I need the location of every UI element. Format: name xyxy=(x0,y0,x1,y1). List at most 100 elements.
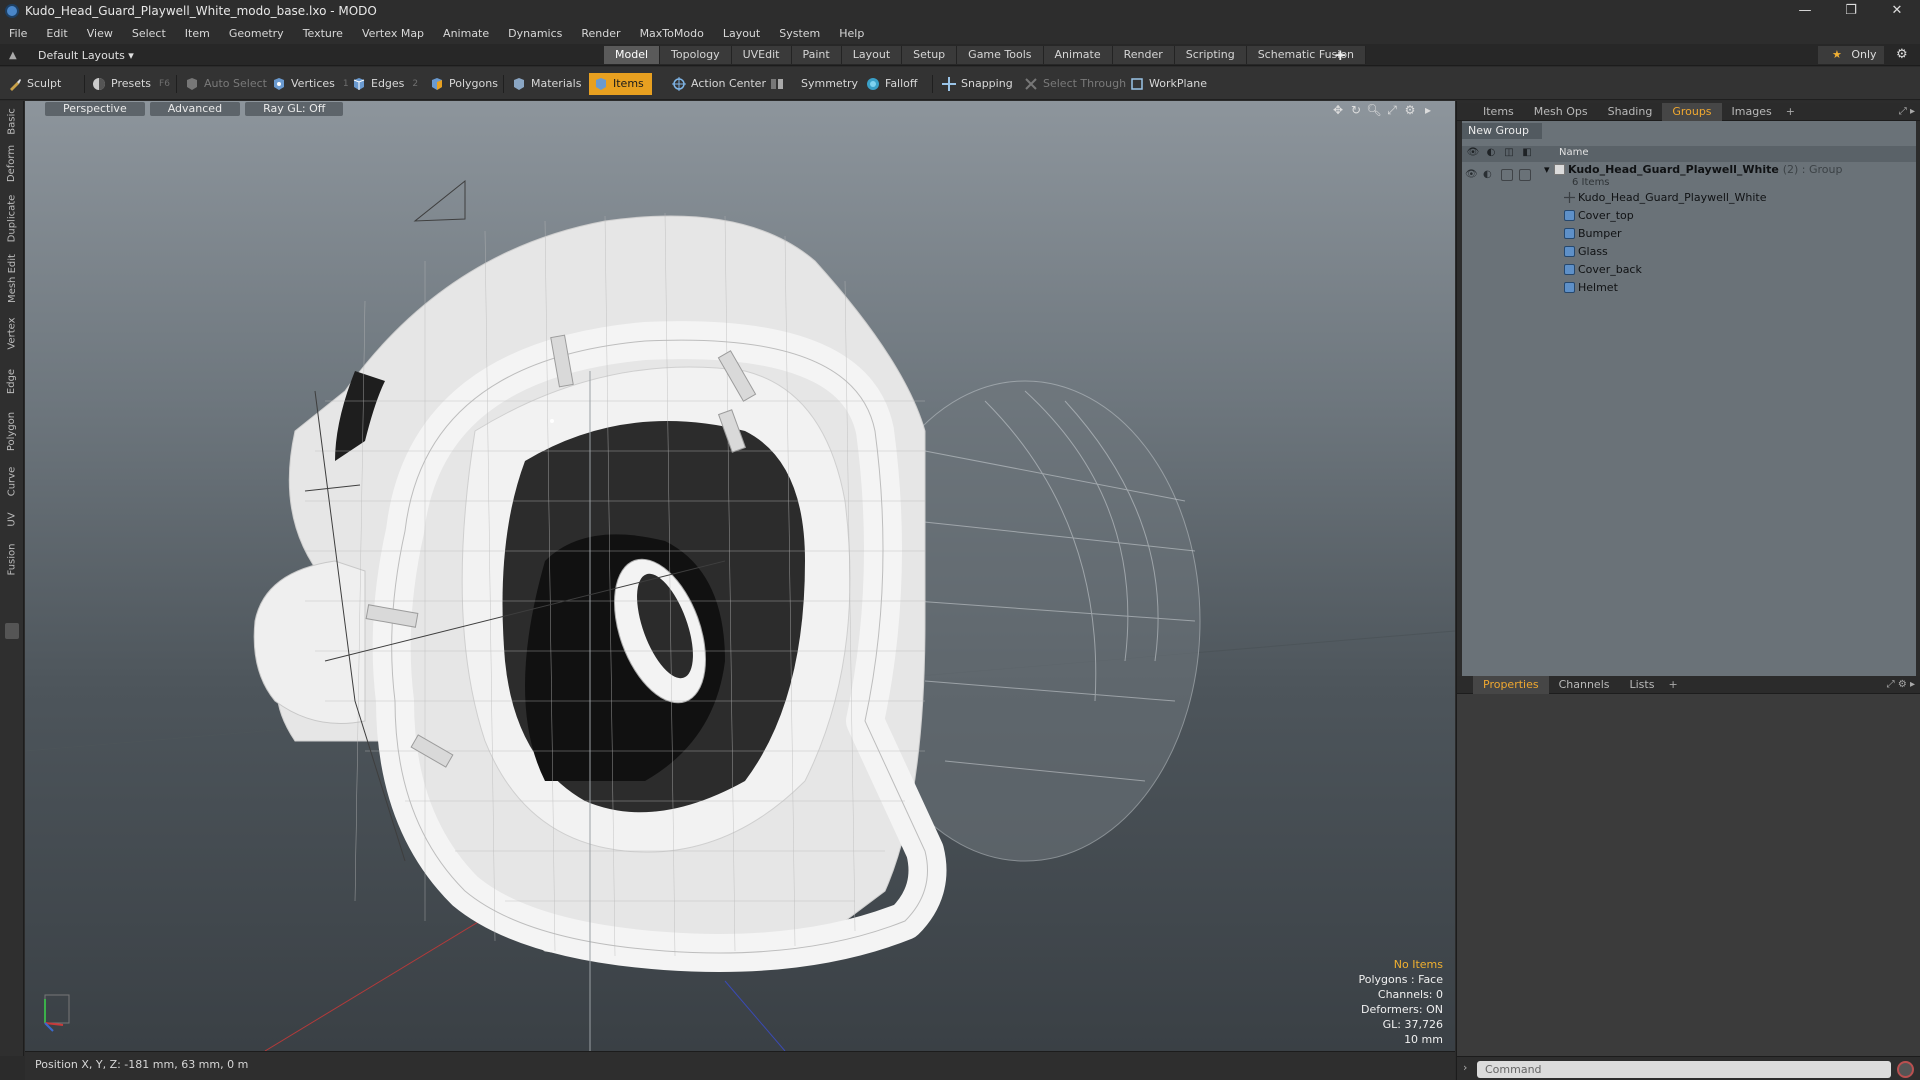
menu-maxtomodo[interactable]: MaxToModo xyxy=(631,27,714,40)
tab-items[interactable]: Items xyxy=(1473,103,1524,121)
group-child-row[interactable]: Glass xyxy=(1462,243,1916,261)
group-child-row[interactable]: Cover_back xyxy=(1462,261,1916,279)
select-column-icon[interactable]: ◧ xyxy=(1519,147,1535,161)
menu-view[interactable]: View xyxy=(78,27,123,40)
only-button[interactable]: ★ Only xyxy=(1818,46,1884,64)
left-tab-uv[interactable]: UV xyxy=(0,505,24,533)
presets-button[interactable]: Presets F6 xyxy=(92,73,170,95)
command-input[interactable]: Command xyxy=(1477,1061,1891,1078)
vertices-button[interactable]: Vertices 1 xyxy=(272,73,349,95)
viewport-settings-icon[interactable]: ⚙ xyxy=(1401,103,1419,118)
menu-vertex-map[interactable]: Vertex Map xyxy=(353,27,434,40)
action-center-button[interactable]: Action Center xyxy=(672,73,766,95)
workplane-button[interactable]: WorkPlane xyxy=(1130,73,1207,95)
tab-scripting[interactable]: Scripting xyxy=(1174,46,1247,64)
menu-item[interactable]: Item xyxy=(176,27,220,40)
menu-file[interactable]: File xyxy=(0,27,37,40)
name-column-header[interactable]: Name xyxy=(1559,147,1589,158)
menu-select[interactable]: Select xyxy=(123,27,176,40)
viewport-menu-icon[interactable]: ▸ xyxy=(1419,103,1437,118)
lock-column-icon[interactable]: ◫ xyxy=(1501,147,1517,161)
group-row[interactable]: 👁︎ ◐ ▾ Kudo_Head_Guard_Playwell_White (2… xyxy=(1462,163,1916,189)
tab-channels[interactable]: Channels xyxy=(1549,676,1620,694)
tab-uvedit[interactable]: UVEdit xyxy=(731,46,792,64)
tab-model[interactable]: Model xyxy=(604,46,661,64)
rotate-icon[interactable]: ↻ xyxy=(1347,103,1365,118)
left-tab-deform[interactable]: Deform xyxy=(0,143,24,183)
sculpt-button[interactable]: Sculpt xyxy=(8,73,61,95)
edges-button[interactable]: Edges 2 xyxy=(352,73,418,95)
left-tab-curve[interactable]: Curve xyxy=(0,461,24,501)
eye-icon[interactable]: 👁︎ xyxy=(1465,169,1478,180)
polygons-button[interactable]: Polygons xyxy=(430,73,498,95)
tab-game-tools[interactable]: Game Tools xyxy=(957,46,1044,64)
restore-icon[interactable]: ❐ xyxy=(1828,0,1874,22)
add-properties-tab-icon[interactable]: + xyxy=(1668,678,1677,691)
shading-mode-button[interactable]: Advanced xyxy=(149,102,241,116)
tab-layout[interactable]: Layout xyxy=(841,46,903,64)
panel-expand-icon[interactable]: ⤢ ▸ xyxy=(1899,106,1915,117)
menu-geometry[interactable]: Geometry xyxy=(220,27,294,40)
select-through-button[interactable]: Select Through xyxy=(1024,73,1126,95)
group-child-row[interactable]: Cover_top xyxy=(1462,207,1916,225)
render-toggle-icon[interactable]: ◐ xyxy=(1483,169,1492,180)
menu-edit[interactable]: Edit xyxy=(37,27,77,40)
close-icon[interactable]: ✕ xyxy=(1874,0,1920,22)
render-column-icon[interactable]: ◐ xyxy=(1483,147,1499,161)
group-child-row[interactable]: Bumper xyxy=(1462,225,1916,243)
left-tab-duplicate[interactable]: Duplicate xyxy=(0,193,24,243)
new-group-button[interactable]: New Group xyxy=(1462,123,1542,139)
left-tab-polygon[interactable]: Polygon xyxy=(0,407,24,455)
materials-button[interactable]: Materials xyxy=(512,73,581,95)
tab-schematic-fusion[interactable]: Schematic Fusion xyxy=(1246,46,1367,64)
left-tab-fusion[interactable]: Fusion xyxy=(0,537,24,581)
snapping-button[interactable]: Snapping xyxy=(942,73,1013,95)
zoom-icon[interactable]: 🔍︎ xyxy=(1365,103,1383,118)
group-child-row[interactable]: Kudo_Head_Guard_Playwell_White xyxy=(1462,189,1916,207)
tab-paint[interactable]: Paint xyxy=(791,46,842,64)
menu-dynamics[interactable]: Dynamics xyxy=(499,27,572,40)
command-stop-icon[interactable] xyxy=(1897,1061,1914,1078)
menu-animate[interactable]: Animate xyxy=(434,27,499,40)
left-tab-edge[interactable]: Edge xyxy=(0,363,24,399)
tab-groups[interactable]: Groups xyxy=(1662,102,1722,121)
command-history-icon[interactable]: › xyxy=(1463,1061,1467,1074)
left-tab-mesh-edit[interactable]: Mesh Edit xyxy=(0,253,24,303)
perspective-view-button[interactable]: Perspective xyxy=(45,102,145,116)
fit-icon[interactable]: ⤢ xyxy=(1383,103,1401,118)
left-tab-vertex[interactable]: Vertex xyxy=(0,313,24,353)
menu-system[interactable]: System xyxy=(770,27,830,40)
gear-icon[interactable]: ⚙ xyxy=(1896,44,1908,66)
tab-mesh-ops[interactable]: Mesh Ops xyxy=(1524,103,1598,121)
lock-toggle[interactable] xyxy=(1501,169,1513,181)
layout-collapse-icon[interactable]: ▲ xyxy=(9,50,21,61)
pan-icon[interactable]: ✥ xyxy=(1329,103,1347,118)
menu-layout[interactable]: Layout xyxy=(714,27,770,40)
tab-topology[interactable]: Topology xyxy=(660,46,732,64)
add-panel-tab-icon[interactable]: + xyxy=(1786,105,1795,118)
menu-render[interactable]: Render xyxy=(572,27,630,40)
symmetry-button[interactable]: Symmetry xyxy=(770,73,858,95)
menu-texture[interactable]: Texture xyxy=(294,27,353,40)
auto-select-button[interactable]: Auto Select xyxy=(185,73,267,95)
tab-properties[interactable]: Properties xyxy=(1473,675,1549,694)
left-panel-toggle[interactable] xyxy=(5,623,19,639)
default-layouts-dropdown[interactable]: ▲ Default Layouts ▾ xyxy=(0,44,134,66)
3d-viewport[interactable]: Perspective Advanced Ray GL: Off ✥ ↻ 🔍︎ … xyxy=(25,101,1455,1051)
select-toggle[interactable] xyxy=(1519,169,1531,181)
expand-group-icon[interactable]: ▾ xyxy=(1544,163,1550,176)
tab-shading[interactable]: Shading xyxy=(1598,103,1663,121)
falloff-button[interactable]: Falloff xyxy=(866,73,917,95)
tab-render[interactable]: Render xyxy=(1112,46,1175,64)
minimize-icon[interactable]: — xyxy=(1782,0,1828,22)
tab-animate[interactable]: Animate xyxy=(1043,46,1113,64)
tab-setup[interactable]: Setup xyxy=(902,46,958,64)
properties-options-icon[interactable]: ⤢ ⚙ ▸ xyxy=(1887,679,1915,690)
items-button[interactable]: Items xyxy=(589,73,652,95)
menu-help[interactable]: Help xyxy=(830,27,874,40)
add-tab-icon[interactable]: + xyxy=(1334,44,1347,66)
group-child-row[interactable]: Helmet xyxy=(1462,279,1916,297)
raygl-button[interactable]: Ray GL: Off xyxy=(245,102,344,116)
tab-images[interactable]: Images xyxy=(1722,103,1782,121)
visibility-column-icon[interactable]: 👁︎ xyxy=(1465,147,1481,161)
